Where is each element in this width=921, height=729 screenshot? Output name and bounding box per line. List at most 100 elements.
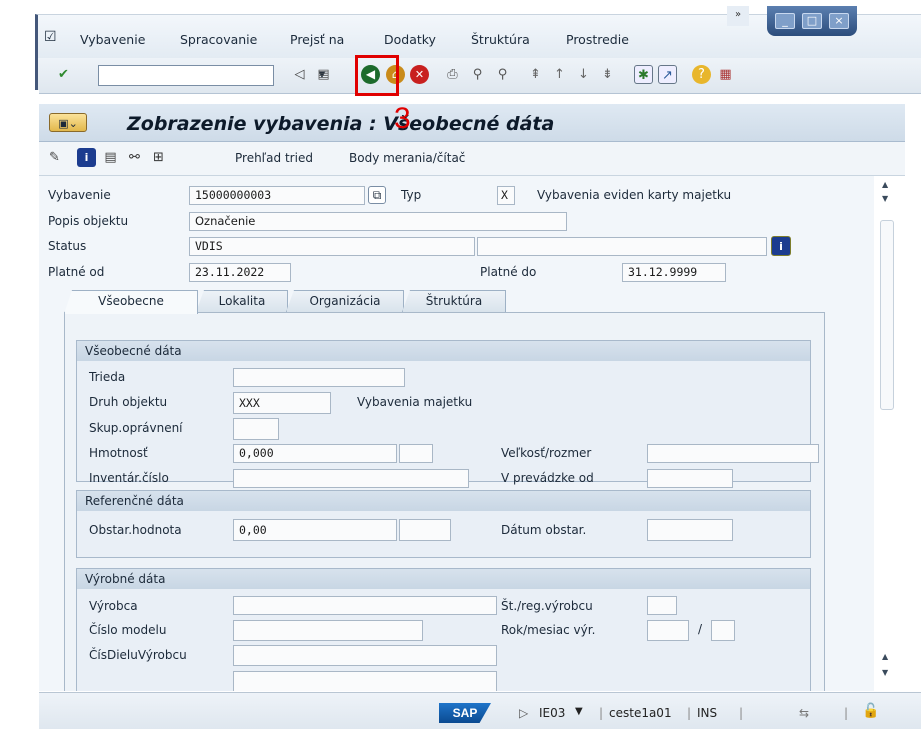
highlight-back-button [355, 55, 399, 96]
transaction-dropdown-icon[interactable]: ▼ [575, 706, 583, 717]
manufacturer-data-group: Výrobné dáta Výrobca Št./reg.výrobcu Čís… [76, 568, 811, 691]
vertical-scrollbar[interactable]: ▲ ▼ ▲ ▼ [874, 176, 894, 691]
tab-panel-general: Všeobecné dáta Trieda Druh objektu XXX V… [64, 312, 825, 691]
measuring-points-button[interactable]: Body merania/čítač [349, 151, 465, 165]
manufacturer-part-number-field[interactable] [233, 645, 497, 666]
weight-field[interactable]: 0,000 [233, 444, 397, 463]
construction-month-field[interactable] [711, 620, 735, 641]
previous-page-icon[interactable]: ↑ [550, 65, 569, 84]
valid-to-value: 31.12.9999 [628, 265, 698, 279]
object-description-value: Označenie [195, 214, 256, 228]
next-page-icon[interactable]: ↓ [574, 65, 593, 84]
tab-organizacia[interactable]: Organizácia [286, 290, 404, 312]
equipment-field[interactable]: 15000000003 [189, 186, 365, 205]
collapse-arrow-icon[interactable]: ◁ [290, 65, 309, 84]
acquisition-date-field[interactable] [647, 519, 733, 541]
scrollbar-thumb[interactable] [880, 220, 894, 410]
menu-spracovanie[interactable]: Spracovanie [180, 32, 257, 47]
document-icon[interactable]: ▤ [101, 148, 120, 167]
acquisition-value-field[interactable]: 0,00 [233, 519, 397, 541]
menu-dodatky[interactable]: Dodatky [384, 32, 436, 47]
command-field[interactable]: ▼ [98, 65, 325, 86]
type-label: Typ [401, 188, 422, 202]
menu-expand-icon[interactable]: » [727, 6, 749, 26]
info-icon[interactable]: i [77, 148, 96, 167]
menu-struktura[interactable]: Štruktúra [471, 32, 530, 47]
help-icon[interactable]: ? [692, 65, 711, 84]
input-mode: INS [697, 706, 718, 720]
panel-scroll-down-icon[interactable]: ▼ [882, 668, 888, 677]
scroll-up-icon[interactable]: ▲ [882, 180, 888, 189]
equipment-label: Vybavenie [48, 188, 111, 202]
hierarchy-icon[interactable]: ⊞ [149, 148, 168, 167]
model-number-field[interactable] [233, 620, 423, 641]
scroll-down-icon[interactable]: ▼ [882, 194, 888, 203]
object-type-field[interactable]: XXX [233, 392, 331, 414]
construction-year-field[interactable] [647, 620, 689, 641]
class-field[interactable] [233, 368, 405, 387]
close-icon[interactable]: × [829, 13, 849, 29]
menu-prostredie[interactable]: Prostredie [566, 32, 629, 47]
tab-lokalita[interactable]: Lokalita [196, 290, 288, 312]
valid-from-field[interactable]: 23.11.2022 [189, 263, 291, 282]
last-page-icon[interactable]: ⇟ [598, 65, 617, 84]
find-icon[interactable]: ⚲ [468, 65, 487, 84]
binoculars-icon[interactable]: ⚯ [125, 148, 144, 167]
menu-prejst-na[interactable]: Prejsť na [290, 32, 344, 47]
authorization-group-field[interactable] [233, 418, 279, 440]
layout-icon[interactable]: ⇆ [799, 706, 809, 720]
status-separator-4: | [844, 706, 849, 720]
object-type-label: Druh objektu [89, 395, 168, 409]
customize-layout-icon[interactable]: ▦ [716, 65, 735, 84]
lock-icon[interactable]: 🔓 [862, 703, 879, 719]
class-label: Trieda [89, 370, 126, 384]
status-info-icon[interactable]: i [771, 236, 791, 256]
save-icon[interactable]: ▤ [314, 65, 333, 84]
minimize-icon[interactable]: _ [775, 13, 795, 29]
shortcut-icon[interactable]: ↗ [658, 65, 677, 84]
manufacturer-part-number-label: ČísDieluVýrobcu [89, 648, 187, 662]
enter-checkmark-icon[interactable]: ✔ [54, 65, 73, 84]
find-next-icon[interactable]: ⚲ [493, 65, 512, 84]
new-session-icon[interactable]: ✱ [634, 65, 653, 84]
print-icon[interactable]: ⎙ [443, 65, 462, 84]
cancel-icon[interactable]: ✕ [410, 65, 429, 84]
startup-date-field[interactable] [647, 469, 733, 488]
status-field[interactable]: VDIS [189, 237, 475, 256]
tab-struktura[interactable]: Štruktúra [402, 290, 506, 312]
inventory-number-field[interactable] [233, 469, 469, 488]
sap-window: ☑ Vybavenie Spracovanie Prejsť na Dodatk… [0, 0, 921, 729]
maximize-icon[interactable]: □ [802, 13, 822, 29]
menu-vybavenie[interactable]: Vybavenie [80, 32, 145, 47]
edit-pencil-icon[interactable]: ✎ [45, 148, 64, 167]
valid-from-label: Platné od [48, 265, 105, 279]
manufacturer-country-field[interactable] [647, 596, 677, 615]
class-overview-button[interactable]: Prehľad tried [235, 151, 313, 165]
user-status-field[interactable] [477, 237, 767, 256]
multiple-selection-icon[interactable]: ⧉ [368, 186, 386, 204]
first-page-icon[interactable]: ⇞ [526, 65, 545, 84]
valid-to-label: Platné do [480, 265, 537, 279]
acquisition-value-label: Obstar.hodnota [89, 523, 182, 537]
panel-scroll-up-icon[interactable]: ▲ [882, 652, 888, 661]
manufacturer-field[interactable] [233, 596, 497, 615]
size-dimension-field[interactable] [647, 444, 819, 463]
screen-menu-icon[interactable]: ▣⌄ [49, 113, 87, 132]
window-controls: _ □ × [767, 6, 857, 36]
manufacturer-serial-number-field[interactable] [233, 671, 497, 691]
status-expand-icon[interactable]: ▷ [519, 706, 528, 720]
sap-logo: SAP [439, 703, 491, 723]
main-content: Vybavenie 15000000003 ⧉ Typ X Vybavenia … [39, 176, 874, 691]
status-separator-2: | [687, 706, 692, 720]
acquisition-value-value: 0,00 [239, 523, 267, 537]
menu-icon[interactable]: ☑ [44, 29, 57, 45]
status-separator-3: | [739, 706, 744, 720]
object-description-field[interactable]: Označenie [189, 212, 567, 231]
valid-to-field[interactable]: 31.12.9999 [622, 263, 726, 282]
type-field[interactable]: X [497, 186, 515, 205]
weight-unit-field[interactable] [399, 444, 433, 463]
weight-label: Hmotnosť [89, 446, 148, 460]
construction-year-month-label: Rok/mesiac výr. [501, 623, 596, 637]
tab-vseobecne[interactable]: Všeobecne [64, 290, 198, 314]
currency-field[interactable] [399, 519, 451, 541]
